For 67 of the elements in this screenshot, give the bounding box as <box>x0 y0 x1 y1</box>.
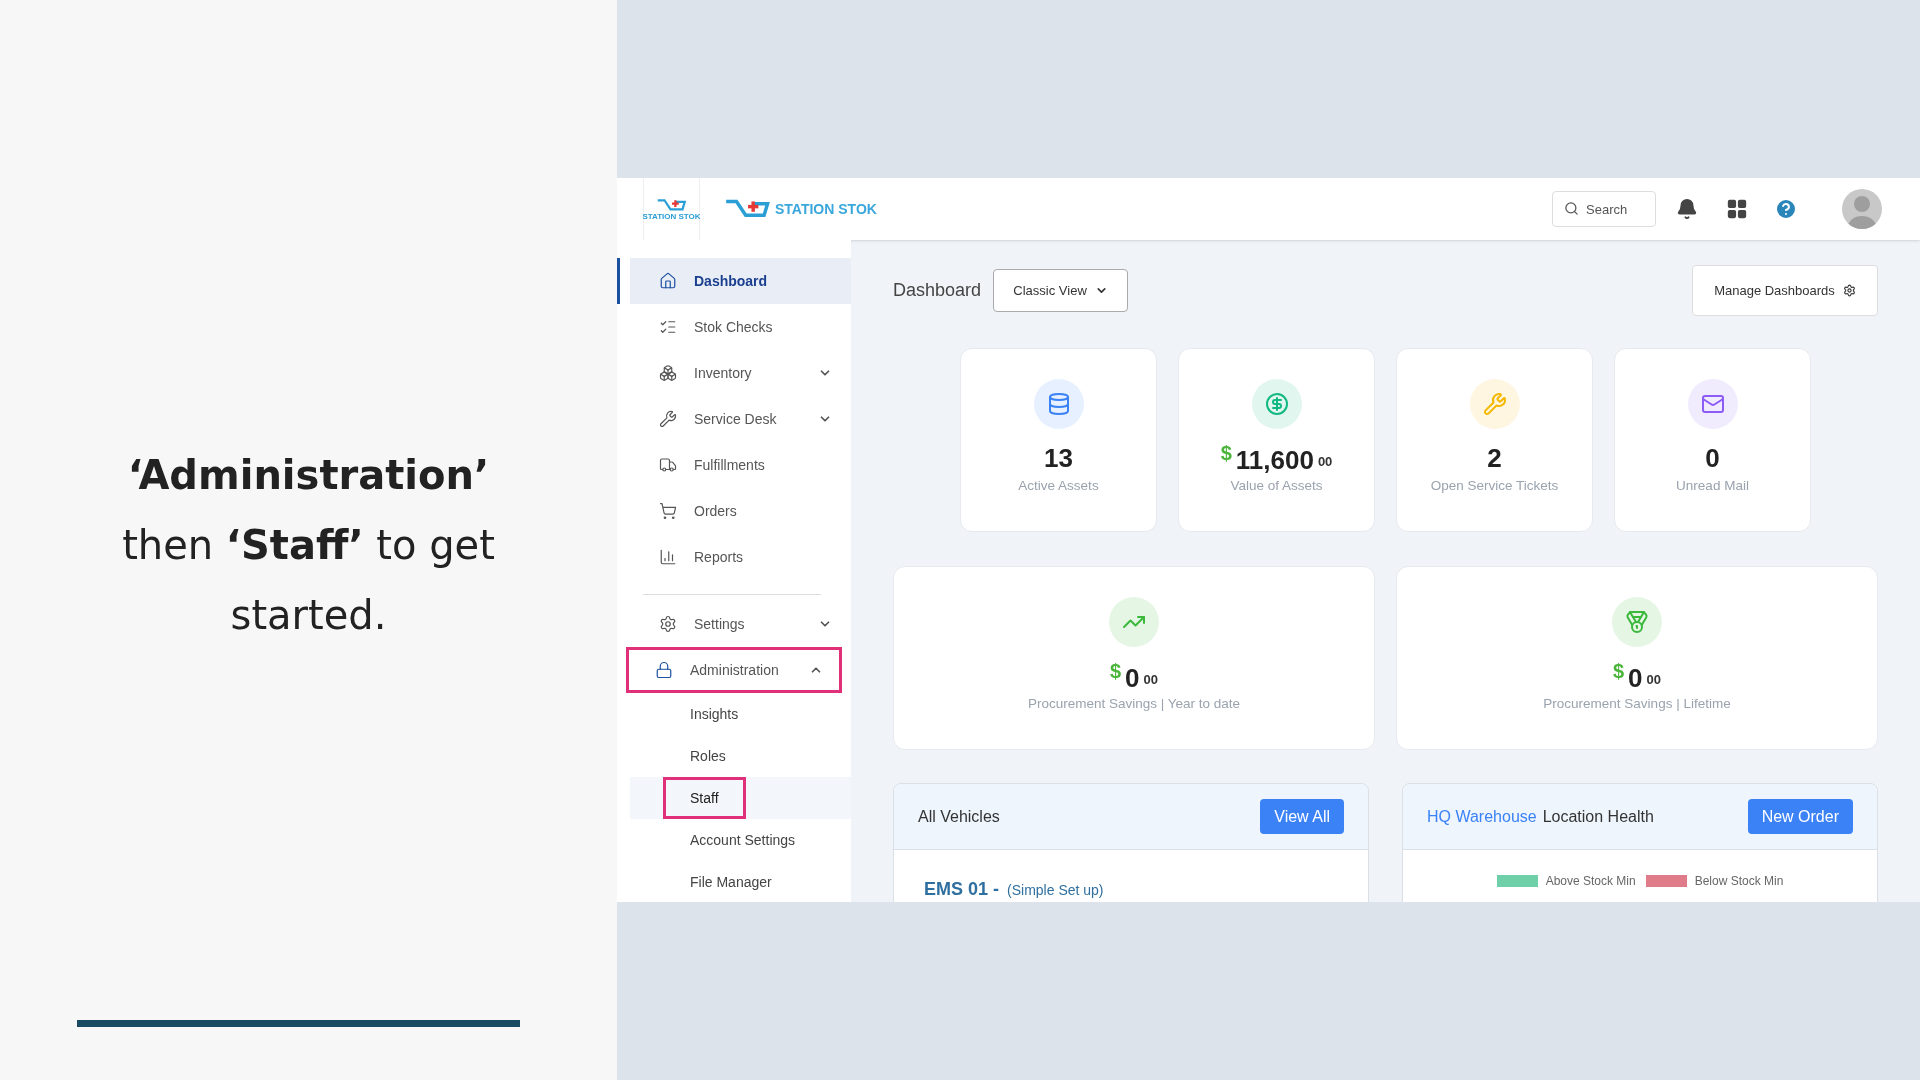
manage-dashboards-button[interactable]: Manage Dashboards <box>1692 265 1878 316</box>
search-field[interactable]: Search <box>1552 191 1656 227</box>
view-dropdown[interactable]: Classic View <box>993 269 1129 312</box>
logo-text: STATION STOK <box>775 199 877 219</box>
currency-sign: $ <box>1220 443 1232 463</box>
page-title: Dashboard <box>893 279 982 302</box>
dollar-coin-icon <box>1264 392 1289 416</box>
apps-grid-icon[interactable] <box>1726 198 1748 220</box>
sidebar-item[interactable]: Reports <box>630 534 851 580</box>
currency-sign: $ <box>1109 661 1122 681</box>
bell-icon[interactable] <box>1676 198 1698 220</box>
amount-value: 11,600 <box>1235 447 1314 473</box>
stat-label: Active Assets <box>1018 477 1099 495</box>
settings-icon <box>659 615 677 633</box>
sidebar-item[interactable]: Stok Checks <box>630 304 851 350</box>
submenu-item[interactable]: Staff <box>663 777 746 819</box>
legend-label: Below Stock Min <box>1694 873 1784 890</box>
submenu-item[interactable]: Roles <box>690 735 726 777</box>
wrench-icon <box>659 410 677 428</box>
stat-value: 13 <box>1044 441 1073 475</box>
help-icon[interactable] <box>1774 197 1798 221</box>
truck-icon <box>659 456 677 474</box>
legend-label: Above Stock Min <box>1545 873 1636 890</box>
amount-cents: 00 <box>1646 673 1662 686</box>
stat-label: Value of Assets <box>1230 477 1323 495</box>
amount-cents: 00 <box>1143 673 1159 686</box>
boxes-icon <box>659 364 677 382</box>
checklist-icon <box>659 318 677 336</box>
stat-label: Open Service Tickets <box>1430 477 1559 495</box>
avatar[interactable] <box>1842 189 1882 229</box>
sidebar-item[interactable]: Dashboard <box>630 258 851 304</box>
settings-icon <box>1842 284 1856 297</box>
wrench-icon <box>1482 392 1507 416</box>
savings-label: Procurement Savings | Lifetime <box>1543 695 1731 713</box>
savings-label: Procurement Savings | Year to date <box>1027 695 1241 713</box>
new-order-button[interactable]: New Order <box>1747 799 1853 834</box>
sidebar-item[interactable]: Administration <box>626 647 842 693</box>
home-icon <box>659 272 677 290</box>
panel-title: All Vehicles <box>918 806 1001 827</box>
logo-icon <box>656 197 687 213</box>
sidebar-item[interactable]: Service Desk <box>630 396 851 442</box>
stat-value: 2 <box>1487 441 1502 475</box>
mail-icon <box>1700 392 1725 416</box>
sidebar-item[interactable]: Inventory <box>630 350 851 396</box>
submenu-item[interactable]: Insights <box>690 693 739 735</box>
vehicle-note: (Simple Set up) <box>1007 881 1104 900</box>
bar-chart-icon <box>659 548 677 566</box>
amount-cents: 00 <box>1317 455 1333 468</box>
logo-small-text: STATION STOK <box>642 212 701 221</box>
sidebar-item[interactable]: Orders <box>630 488 851 534</box>
sidebar-item[interactable]: Fulfillments <box>630 442 851 488</box>
submenu-item[interactable]: File Manager <box>690 861 772 902</box>
submenu-item[interactable]: Account Settings <box>690 819 796 861</box>
vehicle-link[interactable]: EMS 01 - <box>924 876 1000 902</box>
medal-icon <box>1625 610 1649 634</box>
panel-title: Location Health <box>1542 806 1655 827</box>
cart-icon <box>659 502 677 520</box>
instruction-text: ‘Administration’ then ‘Staff’ to get started. <box>121 451 496 640</box>
stat-value: 0 <box>1705 441 1720 475</box>
search-icon <box>1564 201 1579 216</box>
currency-sign: $ <box>1612 661 1625 681</box>
sidebar-item[interactable]: Settings <box>630 601 851 647</box>
lock-icon <box>655 661 673 679</box>
amount-value: 0 <box>1628 665 1643 691</box>
stat-label: Unread Mail <box>1676 477 1749 495</box>
amount-value: 0 <box>1125 665 1140 691</box>
view-all-button[interactable]: View All <box>1260 799 1344 834</box>
